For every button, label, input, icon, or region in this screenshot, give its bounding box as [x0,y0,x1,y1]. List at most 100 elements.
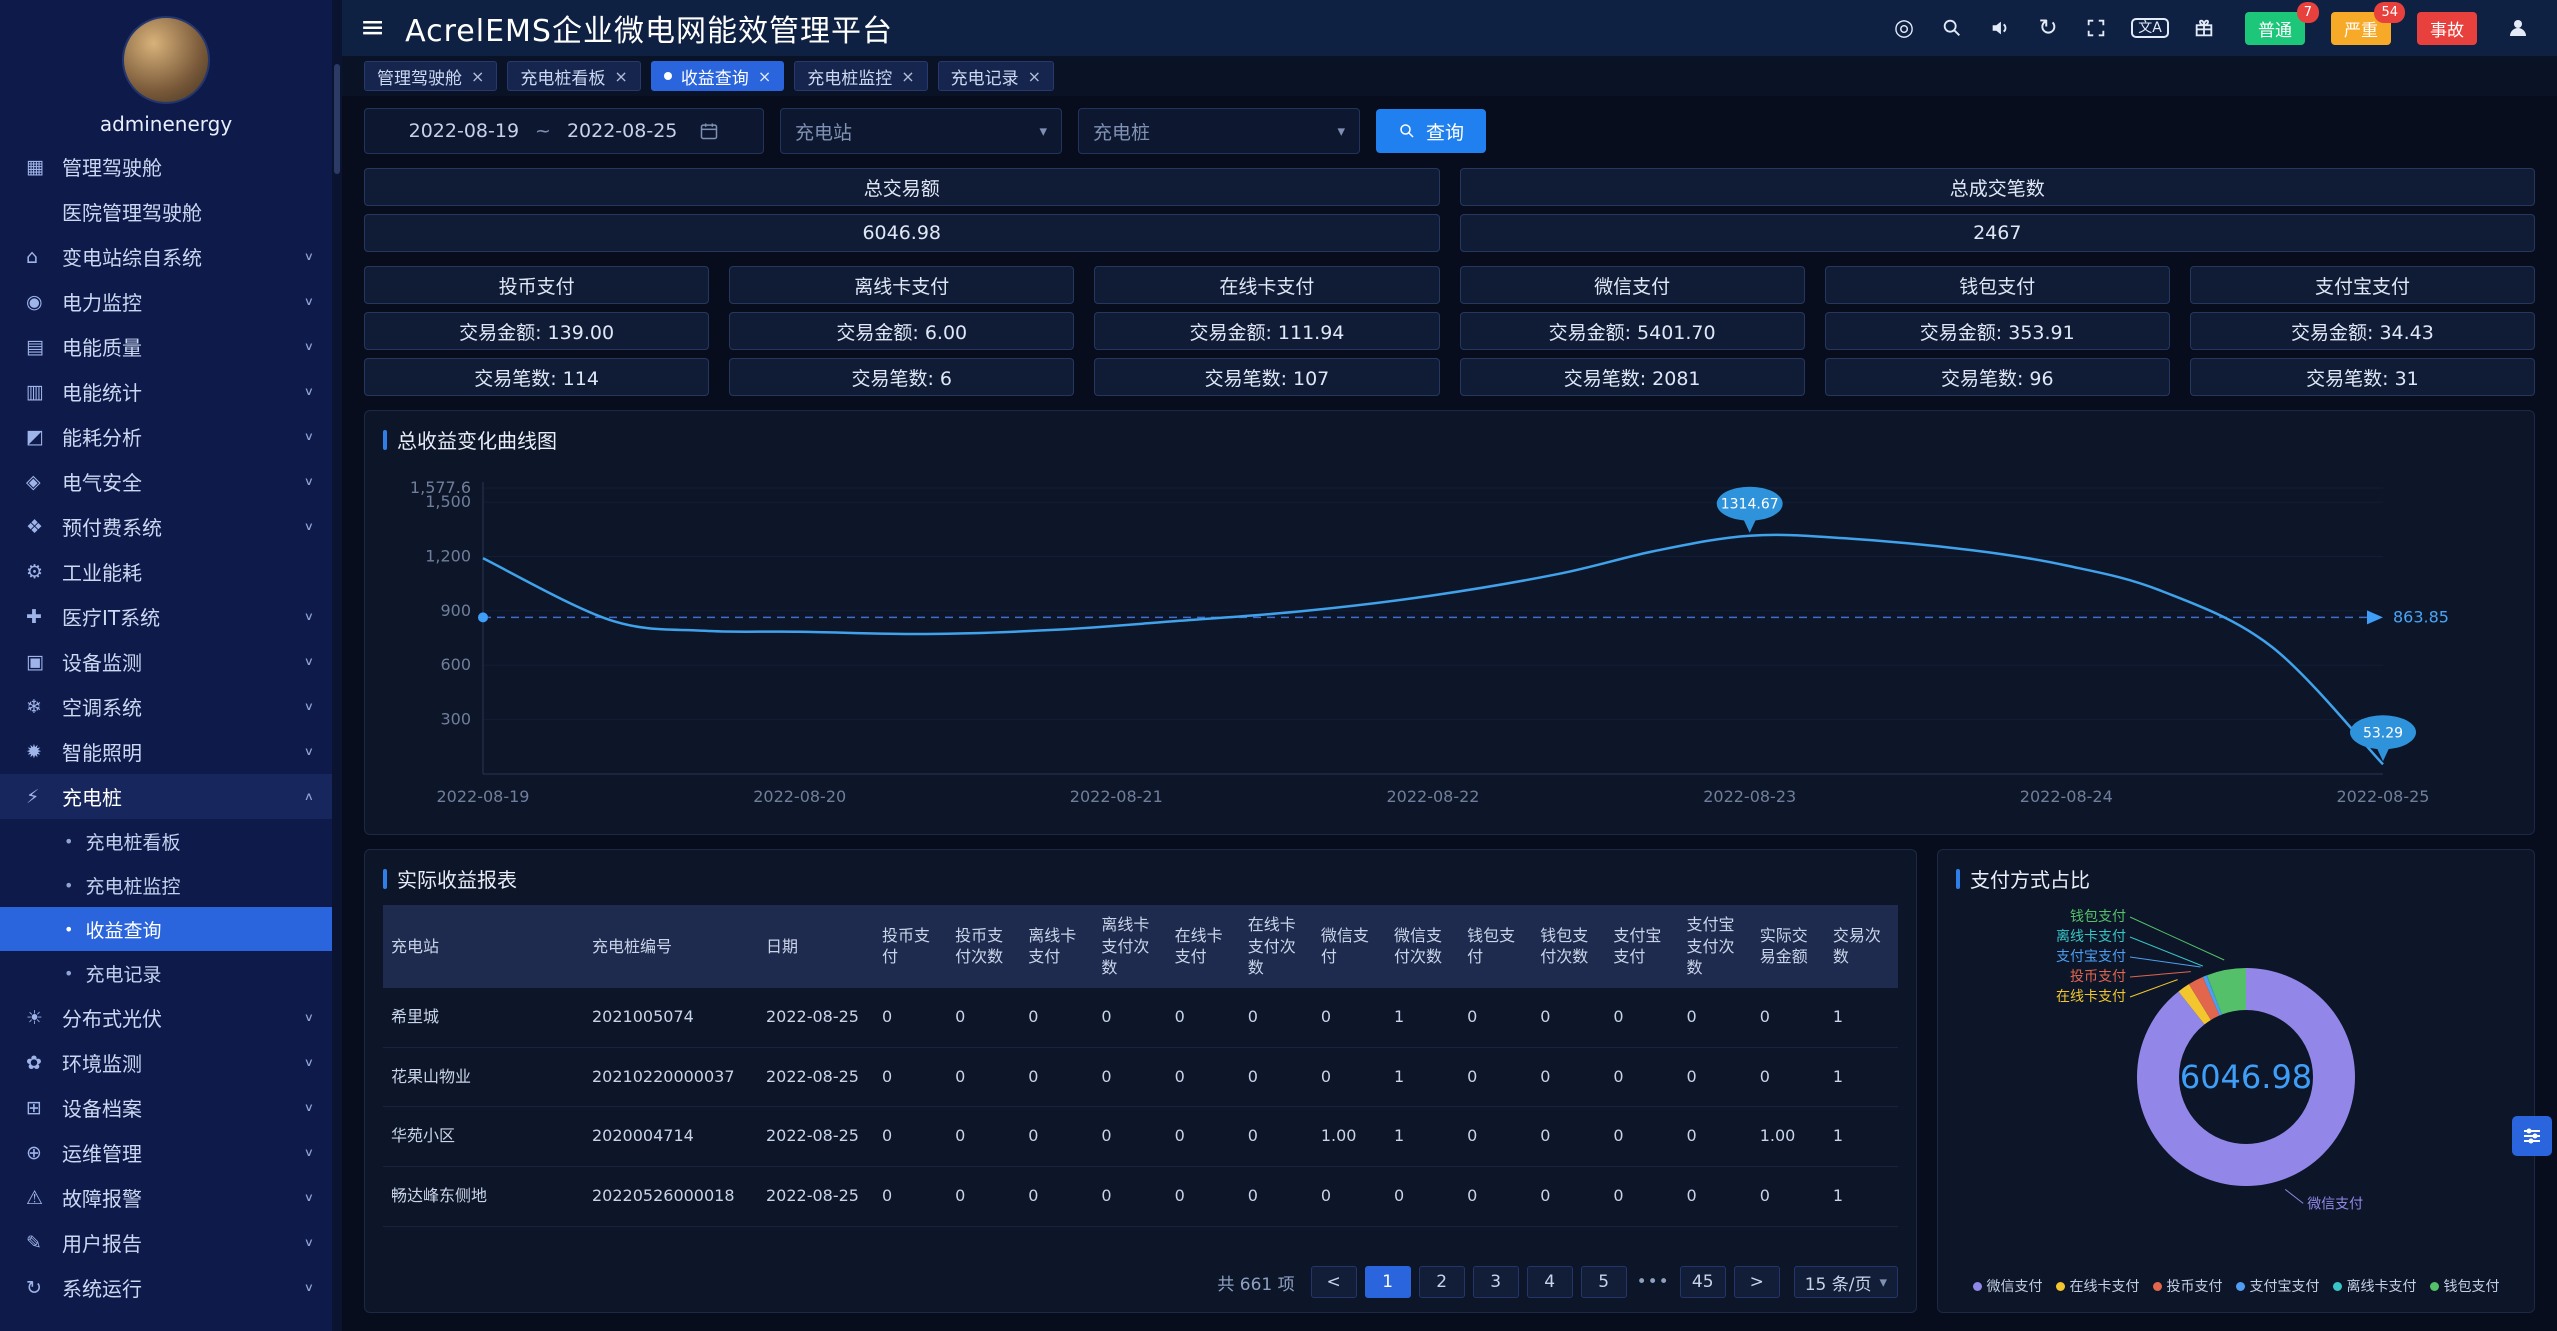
sidebar-item-substation-system[interactable]: ⌂ 变电站综自系统 ∨ [0,234,332,279]
fullscreen-icon[interactable] [2083,14,2109,42]
column-header[interactable]: 日期 [758,905,874,988]
legend-item-wechat-pay[interactable]: 微信支付 [1973,1276,2043,1296]
svg-text:2022-08-23: 2022-08-23 [1703,787,1796,806]
column-header[interactable]: 在线卡支付 [1167,905,1240,988]
close-icon[interactable]: × [758,67,771,86]
sidebar-item-hvac-system[interactable]: ❄ 空调系统 ∨ [0,684,332,729]
tab-pile-monitoring[interactable]: 充电桩监控 × [794,61,927,91]
help-icon[interactable]: ◎ [1891,14,1917,42]
column-header[interactable]: 支付宝支付 [1605,905,1678,988]
sidebar-item-electrical-safety[interactable]: ◈ 电气安全 ∨ [0,459,332,504]
date-end[interactable]: 2022-08-25 [567,120,677,142]
sidebar-item-hospital-cockpit[interactable]: 医院管理驾驶舱 [0,189,332,234]
search-icon[interactable] [1939,14,1965,42]
sidebar-subitem-pile-monitoring[interactable]: • 充电桩监控 [0,863,332,907]
tab-pile-dashboard[interactable]: 充电桩看板 × [507,61,640,91]
translate-icon[interactable]: 文A [2131,18,2169,38]
sidebar-item-industrial-energy[interactable]: ⚙ 工业能耗 [0,549,332,594]
sidebar-item-system-operation[interactable]: ↻ 系统运行 ∨ [0,1265,332,1310]
legend-item-online-card-pay[interactable]: 在线卡支付 [2056,1276,2140,1296]
donut-callout-wechat-pay: 微信支付 [2307,1196,2363,1212]
column-header[interactable]: 离线卡支付 [1020,905,1093,988]
sidebar-item-prepaid-system[interactable]: ❖ 预付费系统 ∨ [0,504,332,549]
table-row[interactable]: 畅达峰东侧地202205260000182022-08-250000000000… [383,1167,1898,1227]
tab-revenue-query[interactable]: 收益查询 × [651,61,784,91]
legend-item-alipay[interactable]: 支付宝支付 [2236,1276,2320,1296]
sidebar-item-device-archive[interactable]: ⊞ 设备档案 ∨ [0,1085,332,1130]
sidebar-subitem-pile-dashboard[interactable]: • 充电桩看板 [0,819,332,863]
sidebar-subitem-charging-records[interactable]: • 充电记录 [0,951,332,995]
column-header[interactable]: 充电站 [383,905,584,988]
user-icon[interactable] [2505,14,2531,42]
column-header[interactable]: 钱包支付次数 [1532,905,1605,988]
alarm-badge-normal[interactable]: 普通7 [2245,12,2305,45]
sidebar-item-charging-pile[interactable]: ⚡ 充电桩 ∧ [0,774,332,819]
sidebar-scrollbar[interactable] [332,0,342,1331]
sidebar-item-energy-analysis[interactable]: ◩ 能耗分析 ∨ [0,414,332,459]
column-header[interactable]: 离线卡支付次数 [1093,905,1166,988]
sidebar-item-power-statistics[interactable]: ▥ 电能统计 ∨ [0,369,332,414]
sidebar-item-distributed-pv[interactable]: ☀ 分布式光伏 ∨ [0,995,332,1040]
quick-settings-fab[interactable] [2512,1116,2552,1156]
page-size-select[interactable]: 15 条/页 ▾ [1794,1266,1898,1298]
table-row[interactable]: 华苑小区20200047142022-08-250000001.00100001… [383,1107,1898,1167]
legend-item-coin-pay[interactable]: 投币支付 [2153,1276,2223,1296]
page-button-3[interactable]: 3 [1473,1266,1519,1298]
pile-select[interactable]: 充电桩 ▾ [1078,108,1360,154]
sidebar-item-management-cockpit[interactable]: ▦ 管理驾驶舱 [0,144,332,189]
hamburger-menu-icon[interactable]: ≡ [360,13,385,43]
column-header[interactable]: 实际交易金额 [1752,905,1825,988]
column-header[interactable]: 交易次数 [1825,905,1898,988]
column-header[interactable]: 充电桩编号 [584,905,758,988]
sidebar-item-device-monitoring[interactable]: ▣ 设备监测 ∨ [0,639,332,684]
sidebar-subitem-revenue-query[interactable]: • 收益查询 [0,907,332,951]
gift-icon[interactable] [2191,14,2217,42]
tab-management-cockpit[interactable]: 管理驾驶舱 × [364,61,497,91]
column-header[interactable]: 支付宝支付次数 [1679,905,1752,988]
date-range-picker[interactable]: 2022-08-19 ~ 2022-08-25 [364,108,764,154]
column-header[interactable]: 钱包支付 [1459,905,1532,988]
sidebar-item-user-report[interactable]: ✎ 用户报告 ∨ [0,1220,332,1265]
table-row[interactable]: 花果山物业202102200000372022-08-2500000001000… [383,1047,1898,1107]
sidebar-item-power-quality[interactable]: ▤ 电能质量 ∨ [0,324,332,369]
sidebar-item-environment-monitoring[interactable]: ✿ 环境监测 ∨ [0,1040,332,1085]
close-icon[interactable]: × [901,67,914,86]
column-header[interactable]: 投币支付 [874,905,947,988]
sidebar-item-power-monitoring[interactable]: ◉ 电力监控 ∨ [0,279,332,324]
volume-icon[interactable] [1987,14,2013,42]
svg-text:2022-08-22: 2022-08-22 [1387,787,1480,806]
table-row[interactable]: 希里城20210050742022-08-2500000001000001 [383,988,1898,1047]
column-header[interactable]: 微信支付 [1313,905,1386,988]
station-select[interactable]: 充电站 ▾ [780,108,1062,154]
sidebar-item-fault-alarm[interactable]: ⚠ 故障报警 ∨ [0,1175,332,1220]
tab-charging-records[interactable]: 充电记录 × [938,61,1054,91]
svg-text:863.85: 863.85 [2393,607,2449,626]
avatar[interactable] [122,16,210,104]
alarm-badge-severe[interactable]: 严重54 [2331,12,2391,45]
column-header[interactable]: 微信支付次数 [1386,905,1459,988]
page-button-2[interactable]: 2 [1419,1266,1465,1298]
legend-item-wallet-pay[interactable]: 钱包支付 [2430,1276,2500,1296]
close-icon[interactable]: × [471,67,484,86]
page-button-4[interactable]: 4 [1527,1266,1573,1298]
sidebar-item-label: 用户报告 [62,1228,304,1257]
next-page-button[interactable]: > [1734,1266,1780,1298]
scrollbar-thumb[interactable] [334,64,340,174]
date-start[interactable]: 2022-08-19 [409,120,519,142]
close-icon[interactable]: × [614,67,627,86]
sidebar-item-ops-management[interactable]: ⊕ 运维管理 ∨ [0,1130,332,1175]
column-header[interactable]: 在线卡支付次数 [1240,905,1313,988]
page-button-5[interactable]: 5 [1581,1266,1627,1298]
close-icon[interactable]: × [1028,67,1041,86]
legend-item-offline-card-pay[interactable]: 离线卡支付 [2333,1276,2417,1296]
query-button[interactable]: 查询 [1376,109,1486,153]
prev-page-button[interactable]: < [1311,1266,1357,1298]
sidebar-item-smart-lighting[interactable]: ✹ 智能照明 ∨ [0,729,332,774]
page-button-1[interactable]: 1 [1365,1266,1411,1298]
column-header[interactable]: 投币支付次数 [947,905,1020,988]
sidebar-item-medical-it-system[interactable]: ✚ 医疗IT系统 ∨ [0,594,332,639]
page-button-45[interactable]: 45 [1680,1266,1726,1298]
alarm-badge-accident[interactable]: 事故 [2417,12,2477,45]
refresh-icon[interactable]: ↻ [2035,14,2061,42]
legend-dot [2056,1282,2065,1291]
